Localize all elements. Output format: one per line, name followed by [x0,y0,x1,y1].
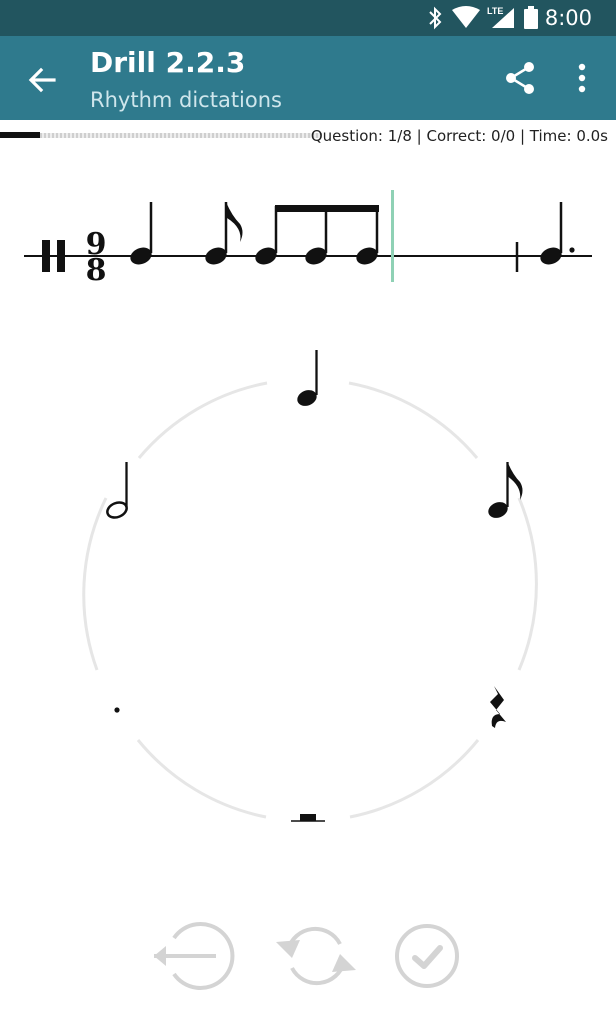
option-eighth-note[interactable] [478,450,538,530]
percussion-clef-icon [42,240,50,272]
input-cursor [391,190,394,282]
status-bar: LTE 8:00 [0,0,616,36]
progress-track [0,133,322,138]
progress-bar [0,128,322,140]
staff-note-eighth-beamed [305,206,328,265]
time-signature-denominator: 8 [86,253,107,288]
replay-icon[interactable] [274,920,358,992]
staff-note-eighth [205,202,243,265]
option-half-note[interactable] [90,450,150,530]
page-title: Drill 2.2.3 [90,46,246,79]
staff-note-eighth-beamed [356,206,379,265]
share-icon[interactable] [502,60,538,96]
battery-icon [524,6,538,29]
option-dot[interactable] [90,680,140,740]
staff-note-eighth-beamed [255,206,278,265]
app-bar: Drill 2.2.3 Rhythm dictations [0,36,616,120]
progress-fill [0,132,41,138]
note-selector-wheel [82,340,538,840]
rhythm-staff: 9 8 [24,190,592,288]
staff-note-quarter [130,202,153,265]
option-whole-rest[interactable] [278,790,338,840]
status-time: 8:00 [544,6,592,30]
back-arrow-icon[interactable] [26,64,58,96]
note-beam [275,205,379,212]
percussion-clef-icon-bar [57,240,65,272]
more-vert-icon[interactable] [570,60,594,96]
page-subtitle: Rhythm dictations [90,88,282,112]
drill-stats: Question: 1/8 | Correct: 0/0 | Time: 0.0… [310,127,608,145]
backspace-icon[interactable] [150,920,240,992]
bottom-controls [0,915,616,995]
staff-note-dotted-quarter [540,202,575,265]
check-icon[interactable] [393,920,465,992]
option-quarter-note[interactable] [278,340,338,420]
option-quarter-rest[interactable] [470,670,530,750]
wifi-icon [452,6,480,28]
wheel-ring [82,381,538,819]
bluetooth-icon [429,6,442,30]
signal-icon [492,8,514,28]
